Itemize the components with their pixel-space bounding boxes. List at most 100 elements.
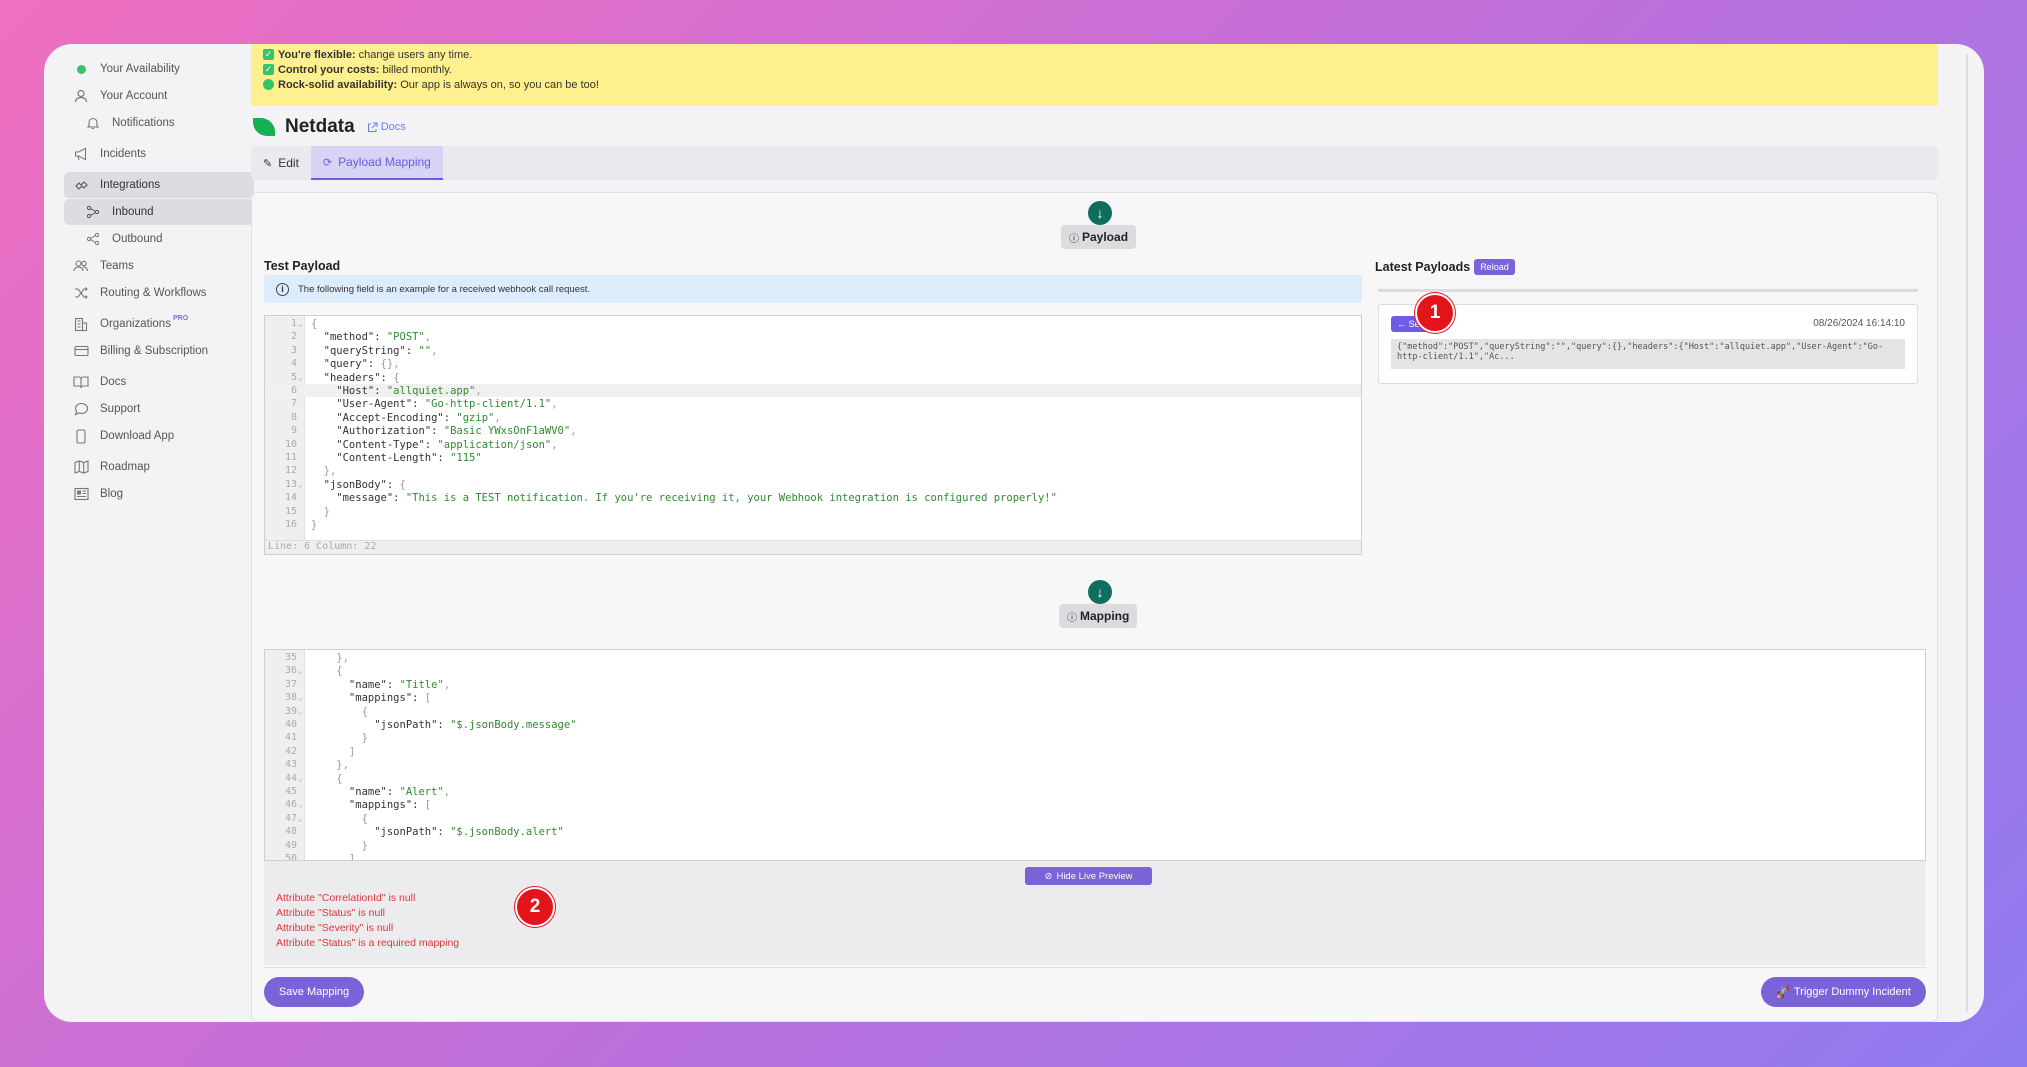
sidebar-item-availability[interactable]: Your Availability — [64, 56, 254, 82]
fold-toggle-icon[interactable]: ⌄ — [298, 707, 303, 716]
bell-icon — [84, 114, 102, 132]
fold-toggle-icon[interactable]: ⌄ — [298, 800, 303, 809]
page-header: Netdata Docs — [253, 116, 406, 138]
line-number: 49 — [284, 839, 297, 851]
help-icon: ⓘ — [1069, 233, 1079, 245]
status-dot-icon — [72, 60, 90, 78]
trigger-dummy-incident-button[interactable]: 🚀 Trigger Dummy Incident — [1761, 977, 1926, 1007]
code-line: "User-Agent": "Go-http-client/1.1", — [311, 398, 558, 411]
payload-card[interactable]: ← Select 08/26/2024 16:14:10 {"method":"… — [1378, 304, 1918, 384]
save-mapping-button[interactable]: Save Mapping — [264, 977, 364, 1007]
sidebar-item-blog[interactable]: Blog — [64, 481, 254, 507]
edit-icon: ✎ — [263, 157, 273, 170]
sidebar-item-label: Integrations — [100, 179, 161, 191]
banner-line-bold: Control your costs: — [278, 63, 380, 76]
info-text: The following field is an example for a … — [298, 283, 591, 295]
building-icon — [72, 315, 90, 333]
code-line: "query": {}, — [311, 358, 400, 371]
code-line: "headers": { — [311, 371, 400, 384]
sidebar-item-label: Download App — [100, 430, 175, 442]
sidebar-item-incidents[interactable]: Incidents — [64, 141, 254, 167]
tab-bar: ✎ Edit ⟳ Payload Mapping — [251, 146, 1938, 180]
fold-toggle-icon[interactable]: ⌄ — [298, 774, 303, 783]
payload-step-text: Payload — [1082, 230, 1129, 244]
code-line: "jsonBody": { — [311, 478, 406, 491]
sidebar-item-docs[interactable]: Docs — [64, 369, 254, 395]
external-link-icon — [367, 122, 378, 132]
reload-button[interactable]: Reload — [1474, 259, 1515, 275]
mapping-editor[interactable]: 35 }, 36 ⌄ {37 "name": "Title", 38 ⌄ "mappin… — [264, 649, 1926, 861]
line-number: 7 — [290, 398, 297, 410]
integrations-icon — [72, 176, 90, 194]
mapping-step-text: Mapping — [1080, 609, 1130, 623]
tab-edit[interactable]: ✎ Edit — [251, 146, 311, 180]
code-line: "jsonPath": "$.jsonBody.message" — [311, 719, 577, 731]
map-icon — [72, 458, 90, 476]
fold-toggle-icon[interactable]: ⌄ — [298, 319, 303, 328]
sidebar-item-organizations[interactable]: Organizations PRO — [64, 311, 254, 337]
status-dot-icon — [263, 79, 274, 90]
fold-toggle-icon[interactable]: ⌄ — [298, 693, 303, 702]
netdata-logo — [253, 118, 275, 136]
check-icon: ✓ — [263, 49, 274, 60]
sidebar-item-label: Docs — [100, 376, 127, 388]
sidebar-item-integrations[interactable]: Integrations — [64, 172, 254, 198]
sidebar-item-support[interactable]: Support — [64, 396, 254, 422]
check-icon: ✓ — [263, 64, 274, 75]
hide-live-preview-button[interactable]: ⊘ Hide Live Preview — [1025, 867, 1152, 885]
banner-line-text: Our app is always on, so you can be too! — [400, 78, 599, 91]
user-icon — [72, 87, 90, 105]
rocket-icon: 🚀 — [1776, 986, 1790, 999]
sidebar-item-download-app[interactable]: Download App — [64, 423, 254, 449]
annotation-badge: 1 — [1415, 293, 1455, 333]
test-payload-editor[interactable]: Line: 6 Column: 22 1 ⌄{2 "method": "POST"… — [264, 315, 1362, 555]
code-line: } — [311, 732, 368, 745]
code-line: { — [311, 812, 368, 825]
sidebar: Your Availability Your Account Notificat… — [44, 44, 264, 1022]
code-line: "name": "Title", — [311, 678, 451, 691]
sidebar-item-teams[interactable]: Teams — [64, 253, 254, 279]
code-line: } — [311, 839, 368, 852]
code-line: }, — [311, 465, 337, 478]
docs-link-label: Docs — [380, 121, 406, 133]
line-number: 12 — [284, 465, 297, 477]
line-number: 46 — [284, 799, 297, 811]
sidebar-item-inbound[interactable]: Inbound — [64, 199, 254, 225]
sidebar-item-outbound[interactable]: Outbound — [64, 226, 254, 252]
tab-payload-mapping[interactable]: ⟳ Payload Mapping — [310, 146, 443, 180]
code-line: "Accept-Encoding": "gzip", — [311, 411, 501, 424]
credit-card-icon — [72, 342, 90, 360]
arrow-down-icon: ↓ — [1088, 580, 1112, 604]
code-line: ] — [311, 745, 356, 758]
banner-line-text: change users any time. — [358, 48, 473, 61]
code-line: ] — [311, 853, 356, 861]
fold-toggle-icon[interactable]: ⌄ — [298, 480, 303, 489]
code-line: "mappings": [ — [311, 692, 432, 705]
sidebar-item-label: Billing & Subscription — [100, 345, 209, 357]
hide-live-preview-label: Hide Live Preview — [1056, 870, 1133, 882]
line-number: 10 — [284, 438, 297, 450]
line-number: 36 — [284, 665, 297, 677]
sidebar-item-roadmap[interactable]: Roadmap — [64, 454, 254, 480]
code-line: } — [311, 505, 330, 518]
chat-icon — [72, 400, 90, 418]
sidebar-item-billing[interactable]: Billing & Subscription — [64, 338, 254, 364]
fold-toggle-icon[interactable]: ⌄ — [298, 373, 303, 382]
share-icon — [84, 230, 102, 248]
sidebar-item-routing[interactable]: Routing & Workflows — [64, 280, 254, 306]
page-scrollbar[interactable] — [1966, 54, 1968, 1012]
line-number: 15 — [284, 505, 297, 517]
editor-status-bar: Line: 6 Column: 22 — [265, 540, 1361, 554]
fold-toggle-icon[interactable]: ⌄ — [298, 814, 303, 823]
line-number: 42 — [284, 745, 297, 757]
sidebar-item-account[interactable]: Your Account — [64, 83, 254, 109]
banner-line-bold: Rock-solid availability: — [278, 78, 398, 91]
banner-line-bold: You're flexible: — [278, 48, 356, 61]
line-number: 43 — [284, 759, 297, 771]
payload-step-label: ⓘ Payload — [1061, 225, 1137, 249]
docs-link[interactable]: Docs — [367, 121, 406, 133]
mapping-icon: ⟳ — [322, 156, 333, 169]
sidebar-item-notifications[interactable]: Notifications — [64, 110, 254, 136]
fold-toggle-icon[interactable]: ⌄ — [298, 666, 303, 675]
banner-line: Rock-solid availability: Our app is alwa… — [263, 77, 1926, 92]
